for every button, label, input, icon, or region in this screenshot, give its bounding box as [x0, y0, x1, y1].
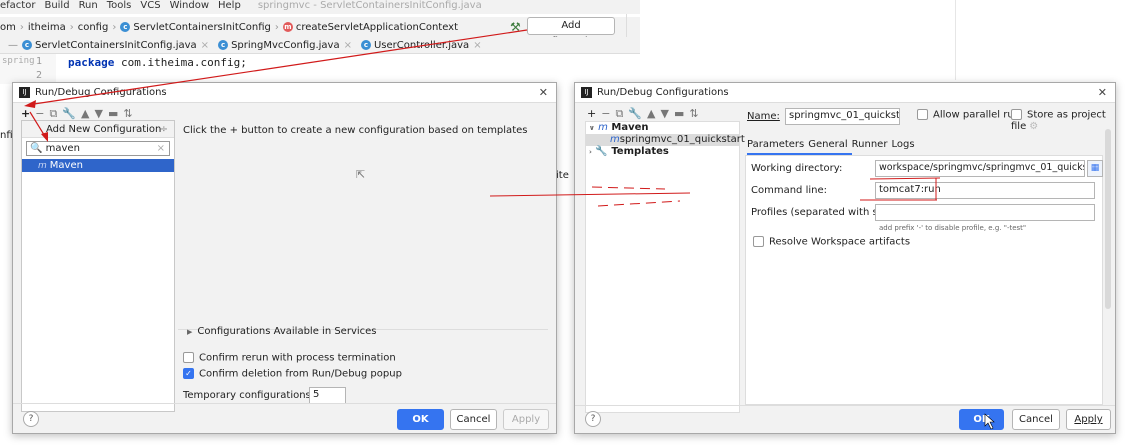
annotation-overlay — [24, 29, 995, 430]
annotation-arrowhead-icon — [24, 100, 36, 108]
annotation-arrowhead-icon — [41, 132, 48, 142]
annotation-dashes — [591, 186, 666, 190]
annotation-link-line — [489, 192, 691, 197]
mouse-cursor-icon — [984, 413, 995, 430]
annotation-dashes — [597, 200, 681, 207]
annotation-underline — [869, 177, 941, 180]
annotation-arrow-line — [33, 29, 528, 105]
